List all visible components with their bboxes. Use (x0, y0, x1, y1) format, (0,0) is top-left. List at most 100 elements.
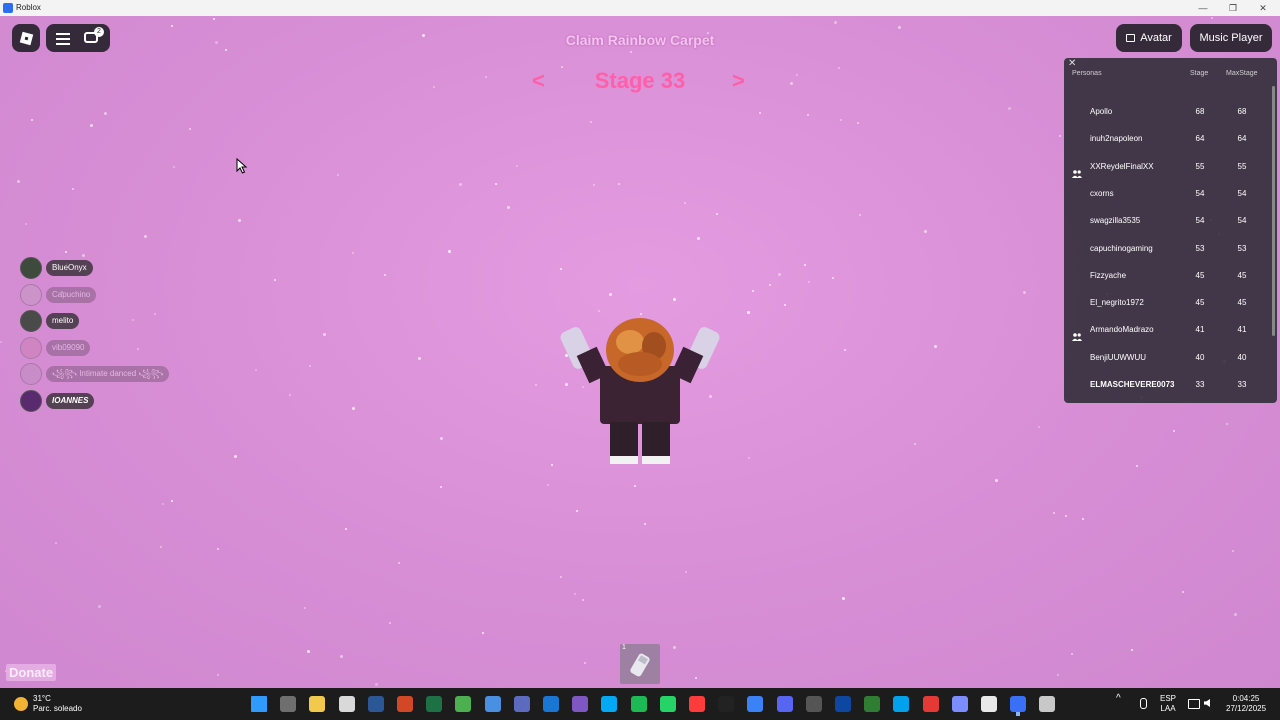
taskbar-app-icon[interactable] (922, 696, 939, 712)
snow-particle (398, 562, 400, 564)
leaderboard-row[interactable]: inuh2napoleon 64 64 (1064, 125, 1269, 152)
leaderboard-stage-value: 55 (1195, 161, 1205, 171)
leaderboard-row[interactable]: capuchinogaming 53 53 (1064, 235, 1269, 262)
taskbar-app-icon[interactable] (805, 696, 822, 712)
snow-particle (695, 677, 697, 679)
taskbar-app-icon[interactable] (689, 696, 705, 712)
snow-particle (345, 528, 347, 530)
snow-particle (495, 183, 497, 185)
snow-particle (560, 576, 562, 578)
leaderboard-panel: ✕ Personas Stage MaxStage Apollo 68 68 inuh… (1064, 58, 1277, 403)
taskbar-app-icon[interactable] (484, 696, 501, 712)
language-indicator[interactable]: ESP LAA (1160, 694, 1176, 714)
mouse-cursor-icon (236, 158, 248, 174)
leaderboard-row[interactable]: Beepo55445 26 26 (1064, 398, 1269, 403)
taskbar-app-icon[interactable] (747, 696, 764, 712)
taskbar-app-icon[interactable] (1010, 696, 1027, 712)
leaderboard-player-name: El_negrito1972 (1090, 298, 1144, 308)
roblox-menu-button[interactable] (12, 24, 40, 52)
taskbar-app-icon[interactable] (309, 696, 326, 712)
taskbar-app-icon[interactable] (835, 696, 851, 712)
taskbar-app-icon[interactable] (367, 696, 384, 712)
snow-particle (914, 443, 916, 445)
nearby-player-item[interactable]: vib09090 (20, 336, 91, 359)
leaderboard-row[interactable]: cxorns 54 54 (1064, 180, 1269, 207)
hamburger-menu-icon[interactable] (56, 33, 70, 45)
leaderboard-player-name: Beepo55445 (1090, 398, 1135, 403)
chat-notification-badge: 2 (94, 27, 104, 37)
taskbar-app-icon[interactable] (426, 696, 443, 712)
hotbar-slot-1[interactable]: 1 (620, 644, 660, 684)
taskbar-app-icon[interactable] (1039, 696, 1056, 712)
leaderboard-row[interactable]: XXReydelFinalXX 55 55 (1064, 153, 1269, 180)
snow-particle (924, 230, 927, 233)
network-icon[interactable] (1188, 699, 1200, 709)
leaderboard-row[interactable]: ELMASCHEVERE0073 33 33 (1064, 371, 1269, 398)
windows-start-icon[interactable] (251, 696, 267, 712)
leaderboard-scrollbar[interactable] (1272, 86, 1275, 336)
roblox-app-icon (3, 3, 13, 13)
snow-particle (673, 298, 676, 301)
taskbar-app-icon[interactable] (951, 696, 968, 712)
taskbar-app-icon[interactable] (776, 696, 793, 712)
claim-rainbow-carpet-button[interactable]: Claim Rainbow Carpet (540, 32, 740, 48)
leaderboard-player-name: swagzilla3535 (1090, 216, 1141, 226)
taskbar-app-icon[interactable] (397, 696, 413, 712)
snow-particle (189, 128, 191, 130)
leaderboard-row[interactable]: ArmandoMadrazo 41 41 (1064, 316, 1269, 343)
clock[interactable]: 0:04:25 27/12/2025 (1226, 694, 1266, 714)
volume-icon[interactable] (1204, 699, 1210, 707)
taskbar-app-icon[interactable] (718, 696, 735, 712)
snow-particle (98, 605, 101, 608)
taskbar-app-icon[interactable] (280, 696, 297, 712)
music-player-button[interactable]: Music Player (1190, 24, 1272, 52)
tray-overflow-button[interactable]: ^ (1116, 694, 1121, 704)
leaderboard-row[interactable]: Fizzyache 45 45 (1064, 262, 1269, 289)
donate-button[interactable]: Donate (6, 664, 57, 681)
maximize-button[interactable]: ❐ (1218, 0, 1248, 16)
snow-particle (618, 183, 620, 185)
taskbar-app-icon[interactable] (543, 696, 559, 712)
snow-particle (384, 274, 386, 276)
taskbar-app-icon[interactable] (338, 696, 355, 712)
nearby-player-item[interactable]: Capuchino (20, 283, 97, 306)
snow-particle (337, 174, 339, 176)
taskbar-app-icon[interactable] (455, 696, 472, 712)
snow-particle (144, 235, 147, 238)
taskbar-app-icon[interactable] (572, 696, 589, 712)
taskbar-app-icon[interactable] (630, 696, 647, 712)
snow-particle (790, 82, 793, 85)
snow-particle (309, 365, 311, 367)
taskbar-app-icon[interactable] (864, 696, 881, 712)
leaderboard-close-icon[interactable]: ✕ (1068, 58, 1076, 69)
snow-particle (418, 357, 421, 360)
leaderboard-row[interactable]: BenjiUUWWUU 40 40 (1064, 344, 1269, 371)
taskbar-app-icon[interactable] (893, 696, 910, 712)
leaderboard-row[interactable]: El_negrito1972 45 45 (1064, 289, 1269, 316)
nearby-player-item[interactable]: melito (20, 310, 80, 333)
snow-particle (72, 188, 74, 190)
minimize-button[interactable]: — (1188, 0, 1218, 16)
leaderboard-stage-value: 54 (1195, 188, 1205, 198)
nearby-player-item[interactable]: ꧁꧂ Intimate danced ꧁꧂ (20, 363, 170, 386)
snow-particle (934, 345, 937, 348)
game-viewport[interactable]: 2 Claim Rainbow Carpet < Stage 33 > Avat… (0, 16, 1280, 688)
avatar-button[interactable]: Avatar (1116, 24, 1182, 52)
nearby-player-item[interactable]: BlueOnyx (20, 257, 93, 279)
close-window-button[interactable]: ✕ (1248, 0, 1278, 16)
leaderboard-maxstage-value: 26 (1230, 398, 1254, 403)
nearby-player-item[interactable]: IOANNES (20, 390, 95, 412)
snow-particle (1038, 426, 1040, 428)
previous-stage-button[interactable]: < (532, 68, 545, 94)
taskbar-app-icon[interactable] (981, 696, 997, 712)
leaderboard-row[interactable]: swagzilla3535 54 54 (1064, 207, 1269, 234)
snow-particle (859, 214, 861, 216)
microphone-icon[interactable] (1140, 698, 1147, 709)
taskbar-app-icon[interactable] (659, 696, 676, 712)
next-stage-button[interactable]: > (732, 68, 745, 94)
taskbar-app-icon[interactable] (601, 696, 618, 712)
snow-particle (1182, 591, 1184, 593)
leaderboard-row[interactable]: Apollo 68 68 (1064, 98, 1269, 125)
top-left-button-group: 2 (46, 24, 110, 52)
taskbar-app-icon[interactable] (513, 696, 530, 712)
